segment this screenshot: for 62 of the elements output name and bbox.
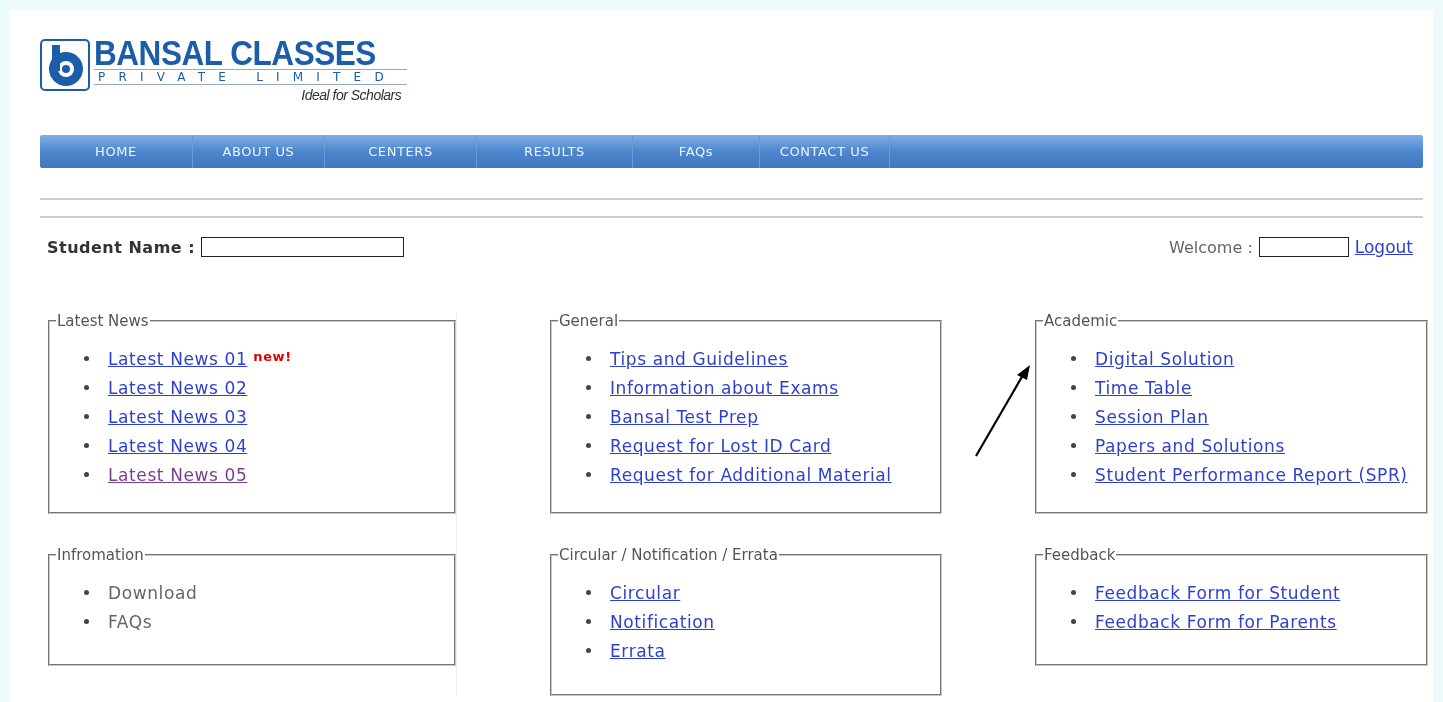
bullet-icon	[84, 472, 89, 477]
new-label: new!	[253, 349, 292, 364]
bullet-icon	[1071, 356, 1076, 361]
panel-link[interactable]: Session Plan	[1095, 406, 1209, 427]
panel-title: General	[558, 312, 620, 330]
panel-link[interactable]: Latest News 05	[108, 464, 248, 485]
panel-link[interactable]: Feedback Form for Student	[1095, 582, 1341, 603]
bullet-icon	[84, 590, 89, 595]
panel-text: FAQs	[108, 611, 153, 632]
bullet-icon	[586, 385, 591, 390]
logo-icon	[40, 37, 90, 93]
panel-link[interactable]: Latest News 01	[108, 348, 248, 369]
nav-link[interactable]: ABOUT US	[193, 135, 325, 168]
panel-link[interactable]: Tips and Guidelines	[610, 348, 788, 369]
bullet-icon	[586, 414, 591, 419]
panel-text: Download	[108, 582, 198, 603]
panel-link[interactable]: Feedback Form for Parents	[1095, 611, 1337, 632]
bullet-icon	[1071, 443, 1076, 448]
panel-link[interactable]: Information about Exams	[610, 377, 839, 398]
panel-link[interactable]: Time Table	[1095, 377, 1192, 398]
panel-title: Circular / Notification / Errata	[558, 546, 779, 564]
username-field[interactable]	[1258, 237, 1349, 257]
bullet-icon	[1071, 619, 1076, 624]
panel-link[interactable]: Request for Additional Material	[610, 464, 892, 485]
panel-link[interactable]: Notification	[610, 611, 715, 632]
bullet-icon	[1071, 414, 1076, 419]
panel-title: Infromation	[56, 546, 145, 564]
panel-link[interactable]: Latest News 03	[108, 406, 248, 427]
panel-link[interactable]: Papers and Solutions	[1095, 435, 1285, 456]
panel-link[interactable]: Request for Lost ID Card	[610, 435, 832, 456]
bullet-icon	[84, 414, 89, 419]
bullet-icon	[84, 443, 89, 448]
panel-link[interactable]: Bansal Test Prep	[610, 406, 759, 427]
bullet-icon	[586, 619, 591, 624]
panel-link[interactable]: Digital Solution	[1095, 348, 1235, 369]
panel-link[interactable]: Circular	[610, 582, 681, 603]
bullet-icon	[84, 356, 89, 361]
panel-link[interactable]: Student Performance Report (SPR)	[1095, 464, 1408, 485]
bullet-icon	[586, 648, 591, 653]
bullet-icon	[586, 590, 591, 595]
nav-link[interactable]: CONTACT US	[760, 135, 890, 168]
logo-tagline: Ideal for Scholars	[301, 87, 402, 103]
bullet-icon	[84, 619, 89, 624]
logo-name: BANSAL CLASSES	[94, 37, 376, 69]
panel-link[interactable]: Latest News 04	[108, 435, 248, 456]
panel-link[interactable]: Latest News 02	[108, 377, 248, 398]
panel-title: Academic	[1043, 312, 1119, 330]
bullet-icon	[1071, 472, 1076, 477]
bullet-icon	[586, 443, 591, 448]
panel-title: Latest News	[56, 312, 150, 330]
logo-subtitle: PRIVATE LIMITED	[94, 69, 408, 85]
student-name-field[interactable]	[201, 237, 405, 257]
logout-link[interactable]: Logout	[1354, 237, 1413, 257]
bullet-icon	[586, 472, 591, 477]
panel-title: Feedback	[1043, 546, 1117, 564]
student-name-label: Student Name :	[47, 237, 196, 257]
bullet-icon	[586, 356, 591, 361]
bullet-icon	[1071, 590, 1076, 595]
welcome-label: Welcome :	[1169, 237, 1253, 257]
panel-link[interactable]: Errata	[610, 640, 666, 661]
bullet-icon	[1071, 385, 1076, 390]
bullet-icon	[84, 385, 89, 390]
